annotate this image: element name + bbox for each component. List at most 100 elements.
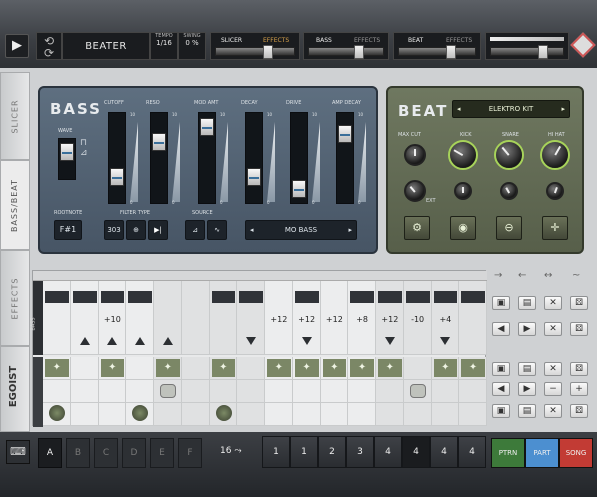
keyboard-icon[interactable]: ⌨ — [6, 440, 30, 464]
pattern-slot-e[interactable]: E — [150, 438, 174, 468]
slider-track[interactable] — [150, 112, 168, 204]
drum-step[interactable] — [70, 357, 99, 380]
snare-hit-icon[interactable] — [160, 384, 176, 398]
song-name-display[interactable]: BEATER — [62, 32, 150, 60]
paste-icon[interactable]: ▤ — [518, 296, 536, 310]
drum-step[interactable] — [431, 380, 460, 403]
note-block[interactable] — [294, 291, 319, 303]
channel-bass[interactable]: BASS EFFECTS — [303, 32, 389, 60]
drum-step-grid[interactable]: ✦ ✦ ✦ ✦ ✦ ✦ ✦ ✦ ✦ ✦ ✦ — [43, 357, 487, 427]
next-kit-icon[interactable]: ▸ — [561, 101, 565, 117]
hihat-tune-knob[interactable] — [546, 182, 564, 200]
wave-slider-knob[interactable] — [60, 143, 74, 161]
drum-step[interactable] — [70, 380, 99, 403]
shift-right-icon[interactable]: ▶ — [518, 322, 536, 336]
random-icon[interactable]: ~ — [572, 270, 580, 281]
hihat-hit-icon[interactable]: ✦ — [433, 359, 458, 377]
pattern-slot-b[interactable]: B — [66, 438, 90, 468]
hihat-hit-icon[interactable]: ✦ — [45, 359, 69, 377]
hihat-hit-icon[interactable]: ✦ — [322, 359, 347, 377]
accent-icon[interactable] — [440, 337, 451, 345]
paste-icon[interactable]: ▤ — [518, 362, 536, 376]
accent-icon[interactable] — [135, 337, 146, 345]
bass-step[interactable] — [181, 281, 210, 355]
arrow-left-icon[interactable]: ← — [518, 270, 526, 281]
hihat-hit-icon[interactable]: ✦ — [267, 359, 291, 377]
drum-step[interactable] — [237, 380, 265, 403]
hihat-hit-icon[interactable]: ✦ — [378, 359, 402, 377]
part-button[interactable]: 2 — [318, 436, 346, 468]
bass-step-grid[interactable]: +10 +12 +12 +12 +8 +12 -10 +4 — [43, 281, 487, 355]
hihat-hit-icon[interactable]: ✦ — [211, 359, 236, 377]
pattern-slot-c[interactable]: C — [94, 438, 118, 468]
note-block[interactable] — [405, 291, 430, 303]
drum-step[interactable] — [459, 403, 487, 426]
drum-step[interactable] — [126, 380, 154, 403]
drum-step[interactable] — [348, 403, 376, 426]
master-fader[interactable] — [490, 47, 564, 56]
note-block[interactable] — [433, 291, 458, 303]
part-button[interactable]: 4 — [402, 436, 430, 468]
snare-hit-icon[interactable] — [409, 384, 426, 398]
hihat-hit-icon[interactable]: ✦ — [156, 359, 180, 377]
dice-icon[interactable]: ⚄ — [570, 404, 588, 418]
pattern-length[interactable]: 16 ⤳ — [212, 440, 258, 466]
note-block[interactable] — [128, 291, 152, 303]
accent-icon[interactable] — [384, 337, 395, 345]
fader-knob[interactable] — [538, 45, 548, 59]
channel-fader[interactable] — [215, 47, 295, 56]
drum-step[interactable] — [209, 380, 238, 403]
hihat-hit-icon[interactable]: ✦ — [461, 359, 485, 377]
fader-knob[interactable] — [446, 45, 456, 59]
drum-step[interactable] — [348, 380, 376, 403]
dice-icon[interactable]: ⚄ — [570, 322, 588, 336]
hihat-hit-icon[interactable]: ✦ — [100, 359, 125, 377]
drum-step[interactable] — [181, 380, 210, 403]
filter-lp-button[interactable]: ⊕ — [126, 220, 146, 240]
drum-step[interactable] — [292, 380, 321, 403]
slider-track[interactable] — [245, 112, 263, 204]
pattern-slot-a[interactable]: A — [38, 438, 62, 468]
kick-hit-icon[interactable] — [49, 405, 65, 421]
part-button[interactable]: 4 — [430, 436, 458, 468]
kick-knob[interactable] — [448, 140, 478, 170]
part-button[interactable]: 4 — [374, 436, 402, 468]
clear-icon[interactable]: ✕ — [544, 296, 562, 310]
source-env-icon[interactable]: ⊿ — [185, 220, 205, 240]
drum-step[interactable] — [237, 403, 265, 426]
clear-icon[interactable]: ✕ — [544, 322, 562, 336]
hihat-hit-icon[interactable]: ✦ — [350, 359, 374, 377]
play-button[interactable]: ▶ — [5, 34, 29, 58]
drum-step[interactable] — [154, 403, 182, 426]
hihat-hit-icon[interactable]: ✦ — [294, 359, 319, 377]
part-button[interactable]: 1 — [262, 436, 290, 468]
shift-left-icon[interactable]: ◀ — [492, 382, 510, 396]
accent-icon[interactable] — [301, 337, 312, 345]
drum-step[interactable] — [376, 403, 404, 426]
part-mode-button[interactable]: PART — [525, 438, 559, 468]
drum-step[interactable] — [403, 403, 432, 426]
clear-icon[interactable]: ✕ — [544, 362, 562, 376]
pattern-mode-button[interactable]: PTRN — [491, 438, 525, 468]
drum-step[interactable] — [265, 380, 293, 403]
note-block[interactable] — [239, 291, 263, 303]
drum-step[interactable] — [376, 380, 404, 403]
note-block[interactable] — [72, 291, 97, 303]
rootnote-button[interactable]: F#1 — [54, 220, 82, 240]
slider-knob[interactable] — [338, 125, 352, 144]
snare-sample-icon[interactable]: ⊖ — [496, 216, 522, 240]
snare-tune-knob[interactable] — [500, 182, 518, 200]
snare-knob[interactable] — [494, 140, 524, 170]
arrow-both-icon[interactable]: ↔ — [544, 270, 552, 281]
note-block[interactable] — [211, 291, 236, 303]
clear-icon[interactable]: ✕ — [544, 404, 562, 418]
drum-step[interactable] — [459, 380, 487, 403]
fader-knob[interactable] — [263, 45, 273, 59]
swing-display[interactable]: SWING 0 % — [178, 32, 206, 60]
channel-fader[interactable] — [398, 47, 476, 56]
source-lfo-icon[interactable]: ∿ — [207, 220, 227, 240]
drum-step[interactable] — [320, 380, 349, 403]
drum-step[interactable] — [237, 357, 265, 380]
kick-tune-knob[interactable] — [454, 182, 472, 200]
drum-step[interactable] — [70, 403, 99, 426]
